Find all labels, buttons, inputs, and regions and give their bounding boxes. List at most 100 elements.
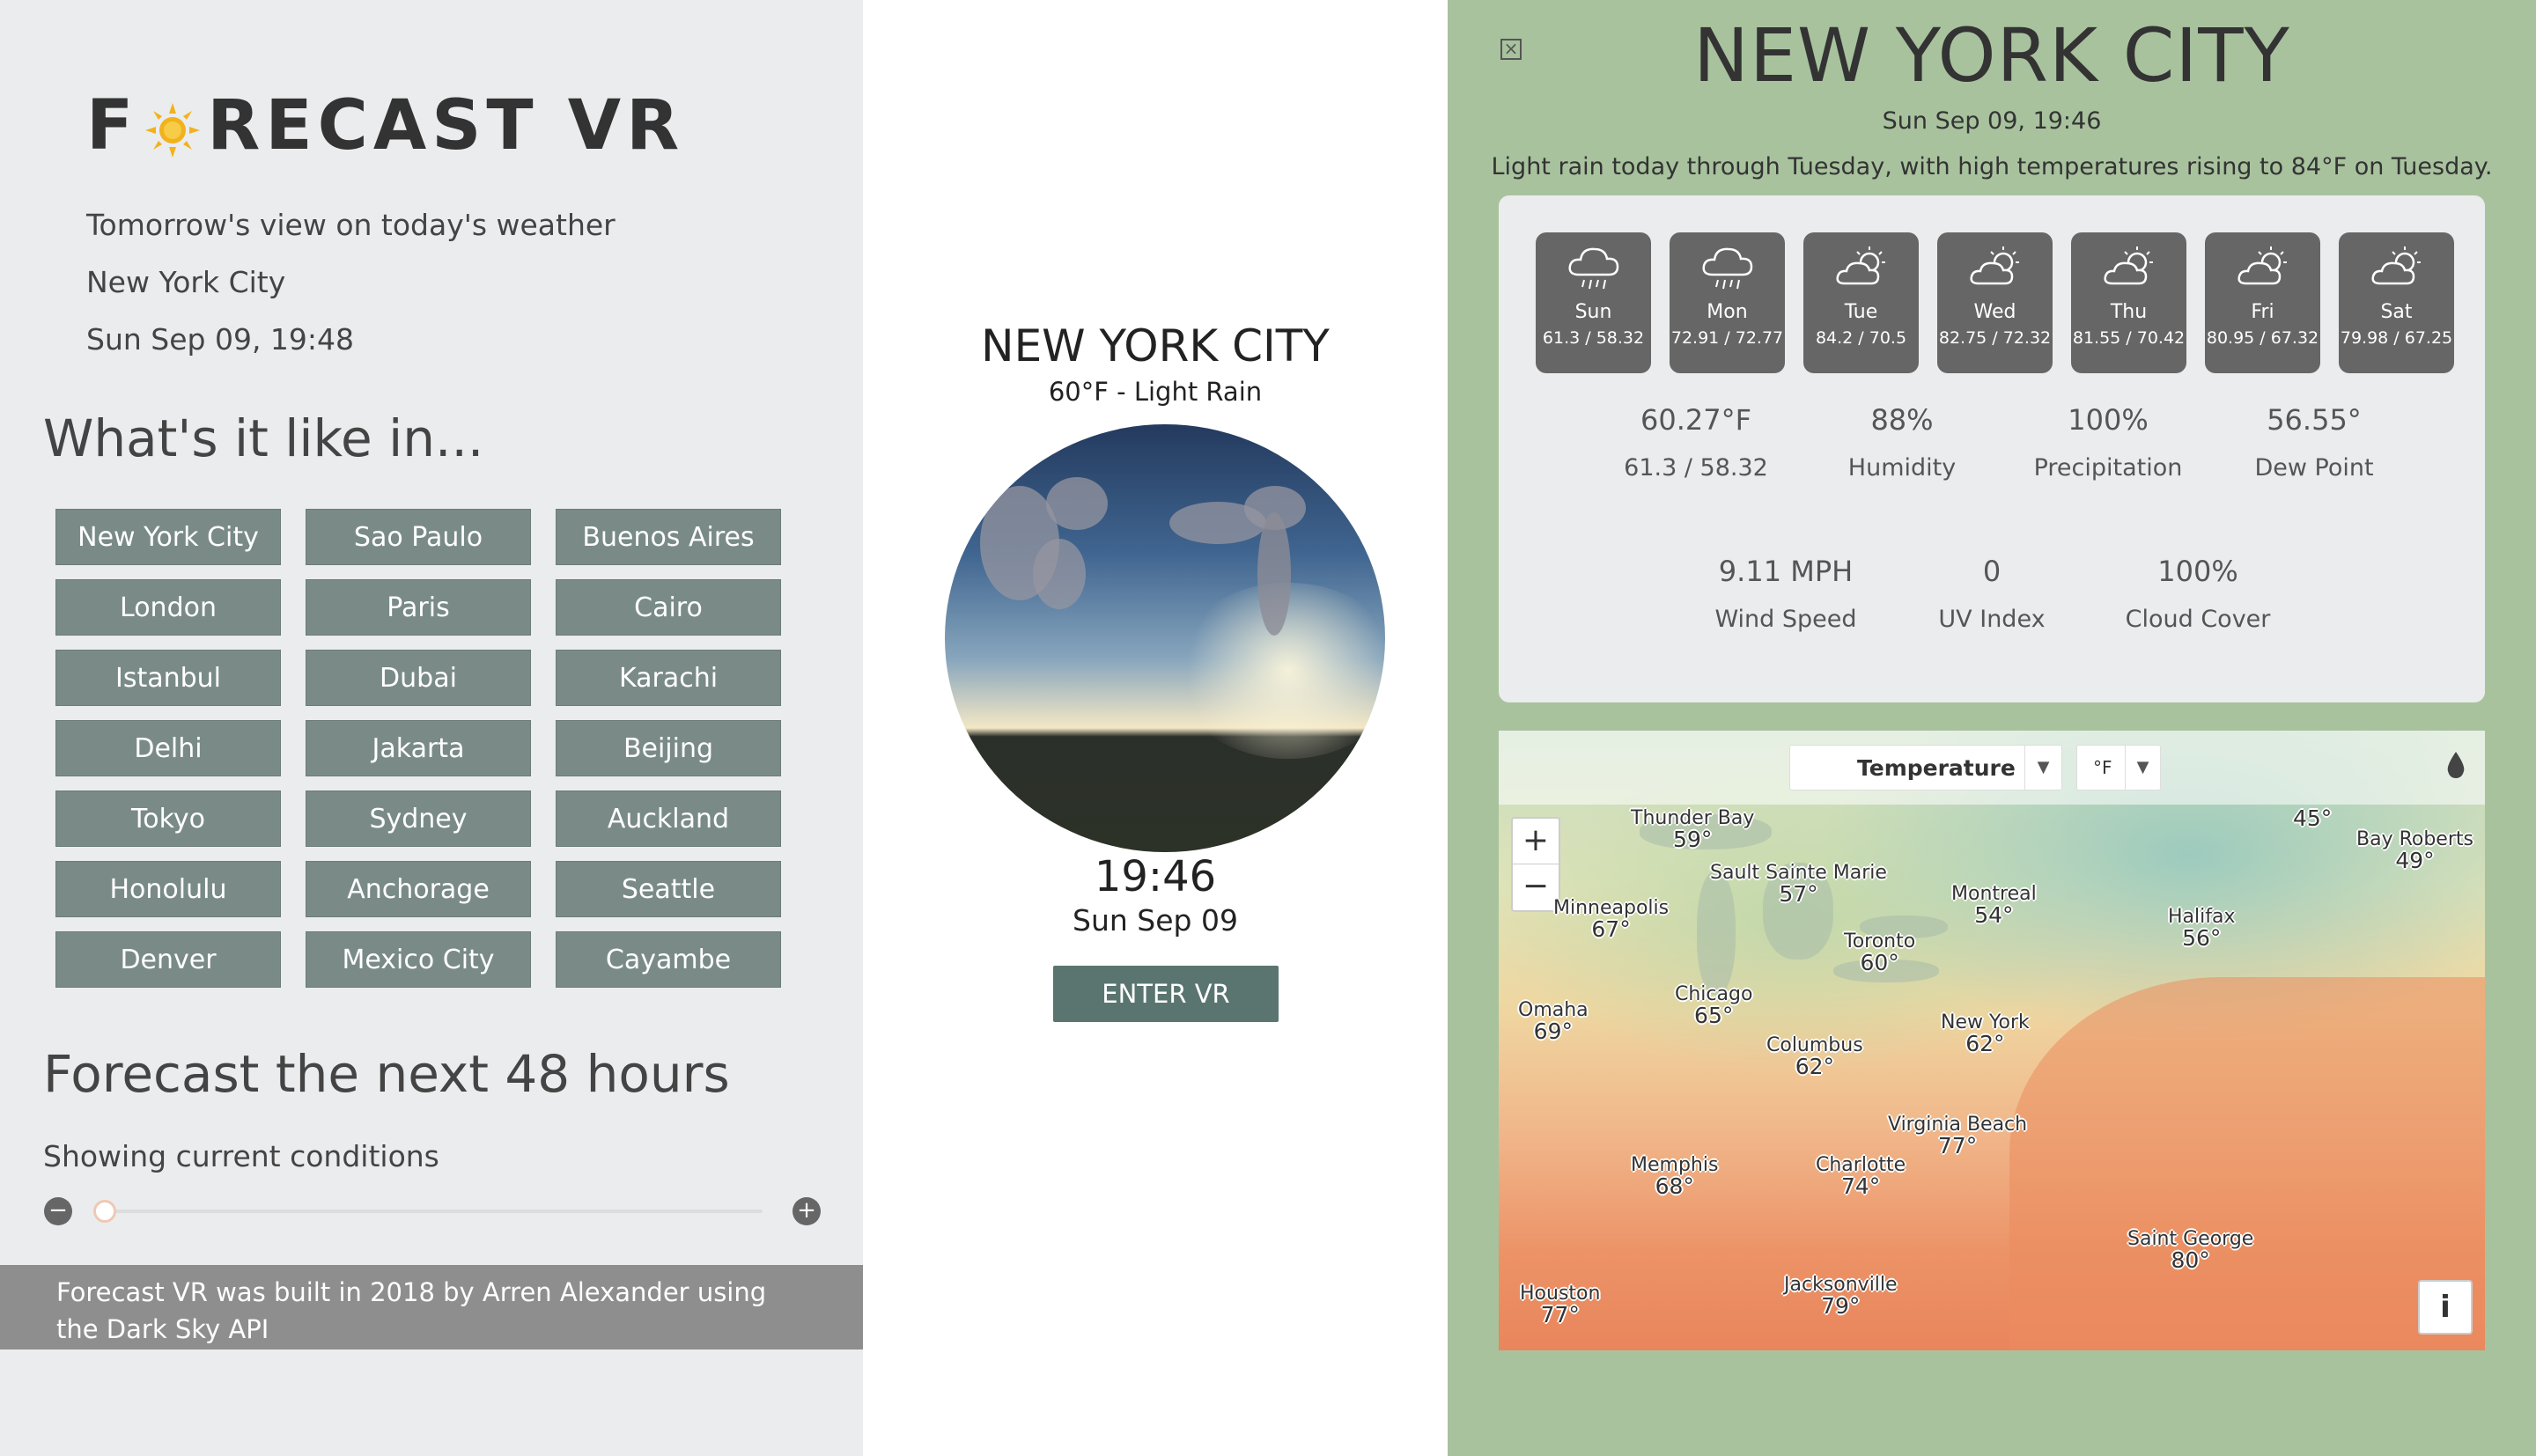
city-button[interactable]: Sydney [306, 791, 531, 847]
map-city-temp: 45° [2293, 805, 2333, 831]
city-button[interactable]: Honolulu [55, 861, 281, 917]
city-button[interactable]: London [55, 579, 281, 636]
day-temps: 80.95 / 67.32 [2206, 328, 2319, 348]
day-tile[interactable]: Mon 72.91 / 72.77 [1670, 232, 1785, 373]
vr-preview-panel: NEW YORK CITY 60°F - Light Rain 19:46 Su… [863, 0, 1448, 1456]
stat-label: Dew Point [2254, 454, 2374, 482]
vr-scene-globe[interactable] [945, 424, 1385, 852]
map-city-label: Houston 77° [1520, 1283, 1600, 1327]
map-city-temp: 56° [2182, 925, 2222, 951]
city-button[interactable]: Jakarta [306, 720, 531, 776]
map-city-label: Columbus 62° [1766, 1035, 1863, 1079]
day-tile[interactable]: Thu 81.55 / 70.42 [2071, 232, 2186, 373]
day-tile[interactable]: Fri 80.95 / 67.32 [2205, 232, 2320, 373]
day-name: Fri [2251, 301, 2274, 323]
stat-value: 60.27°F [1640, 403, 1751, 437]
city-button[interactable]: Cairo [556, 579, 781, 636]
day-tile[interactable]: Tue 84.2 / 70.5 [1803, 232, 1919, 373]
app-logo: F RECAST VR [86, 86, 684, 165]
city-button[interactable]: Sao Paulo [306, 509, 531, 565]
stat-value: 0 [1982, 555, 2002, 588]
chevron-down-icon: ▼ [2024, 746, 2061, 790]
map-city-label: Chicago 65° [1675, 984, 1752, 1027]
sun-icon [144, 97, 202, 158]
day-tile[interactable]: Wed 82.75 / 72.32 [1937, 232, 2053, 373]
map-unit-select[interactable]: °F ▼ [2076, 745, 2161, 791]
partly-cloudy-icon [1835, 246, 1885, 285]
detail-date: Sun Sep 09, 19:46 [1882, 107, 2102, 135]
city-button[interactable]: Delhi [55, 720, 281, 776]
stat-dew-point: 56.55° Dew Point [2217, 403, 2411, 482]
stat-label: Humidity [1847, 454, 1957, 482]
city-button[interactable]: Mexico City [306, 931, 531, 988]
slider-thumb[interactable] [93, 1200, 116, 1223]
map-city-temp: 68° [1655, 1173, 1694, 1199]
vr-time: 19:46 [1094, 852, 1217, 901]
map-city-label: 45° [2293, 805, 2333, 831]
forecast-slider[interactable]: − + [44, 1195, 821, 1225]
minus-circle-icon[interactable]: − [44, 1197, 72, 1225]
rain-icon [1701, 247, 1752, 290]
stat-temperature: 60.27°F 61.3 / 58.32 [1599, 403, 1793, 482]
vr-city-title: NEW YORK CITY [981, 320, 1330, 371]
rain-icon [1567, 247, 1618, 290]
logo-text-first: F [86, 86, 139, 165]
day-name: Sat [2380, 301, 2413, 323]
city-button[interactable]: Paris [306, 579, 531, 636]
map-city-temp: 57° [1779, 881, 1818, 907]
city-button[interactable]: Tokyo [55, 791, 281, 847]
day-tile[interactable]: Sun 61.3 / 58.32 [1536, 232, 1651, 373]
day-name: Thu [2110, 301, 2148, 323]
partly-cloudy-icon [2370, 246, 2421, 285]
city-button[interactable]: Seattle [556, 861, 781, 917]
map-city-temp: 74° [1840, 1173, 1881, 1199]
sidebar-panel: F RECAST VR Tomorrow's view on today's w [0, 0, 863, 1456]
map-layer-select[interactable]: Temperature ▼ [1789, 745, 2062, 791]
city-button[interactable]: New York City [55, 509, 281, 565]
zoom-in-button[interactable]: + [1513, 819, 1559, 864]
stat-value: 100% [2068, 403, 2149, 437]
slider-track[interactable] [100, 1210, 763, 1213]
map-city-label: Toronto 60° [1844, 931, 1915, 974]
partly-cloudy-icon [1969, 246, 2019, 285]
map-city-temp: 67° [1591, 916, 1631, 942]
temperature-map[interactable]: Temperature ▼ °F ▼ + − Thunder Bay 59° Sa… [1499, 731, 2485, 1350]
city-button[interactable]: Karachi [556, 650, 781, 706]
map-city-temp: 49° [2395, 848, 2435, 873]
city-button[interactable]: Anchorage [306, 861, 531, 917]
stat-wind-speed: 9.11 MPH Wind Speed [1689, 555, 1883, 633]
enter-vr-button[interactable]: ENTER VR [1053, 966, 1279, 1022]
stat-value: 100% [2157, 555, 2238, 588]
chevron-down-icon: ▼ [2125, 746, 2160, 790]
day-tile[interactable]: Sat 79.98 / 67.25 [2339, 232, 2454, 373]
city-button[interactable]: Auckland [556, 791, 781, 847]
zoom-out-button[interactable]: − [1513, 864, 1559, 910]
city-button[interactable]: Buenos Aires [556, 509, 781, 565]
city-button[interactable]: Denver [55, 931, 281, 988]
map-unit-label: °F [2093, 757, 2112, 778]
city-button[interactable]: Istanbul [55, 650, 281, 706]
map-city-temp: 62° [1795, 1054, 1834, 1079]
map-city-label: New York 62° [1941, 1012, 2030, 1055]
plus-circle-icon[interactable]: + [792, 1197, 821, 1225]
city-button[interactable]: Beijing [556, 720, 781, 776]
stat-label: 61.3 / 58.32 [1624, 454, 1768, 482]
partly-cloudy-icon [2237, 246, 2287, 285]
logo-text-rest: RECAST VR [207, 86, 685, 165]
current-datetime: Sun Sep 09, 19:48 [86, 322, 355, 357]
stat-value: 56.55° [2267, 403, 2362, 437]
city-button[interactable]: Dubai [306, 650, 531, 706]
day-temps: 72.91 / 72.77 [1670, 328, 1784, 348]
droplet-icon[interactable] [2444, 750, 2467, 780]
weather-card: Sun 61.3 / 58.32 Mon 72.91 / 72.77 Tue 8… [1499, 195, 2485, 702]
stat-label: Precipitation [2033, 454, 2183, 482]
day-temps: 84.2 / 70.5 [1815, 328, 1907, 348]
map-city-temp: 59° [1673, 827, 1713, 852]
current-city: New York City [86, 265, 286, 299]
city-button[interactable]: Cayambe [556, 931, 781, 988]
vr-date: Sun Sep 09 [1073, 903, 1238, 938]
map-city-temp: 62° [1965, 1031, 2005, 1056]
stat-uv-index: 0 UV Index [1895, 555, 2089, 633]
map-info-button[interactable]: i [2418, 1280, 2473, 1335]
map-city-label: Sault Sainte Marie 57° [1710, 863, 1887, 907]
